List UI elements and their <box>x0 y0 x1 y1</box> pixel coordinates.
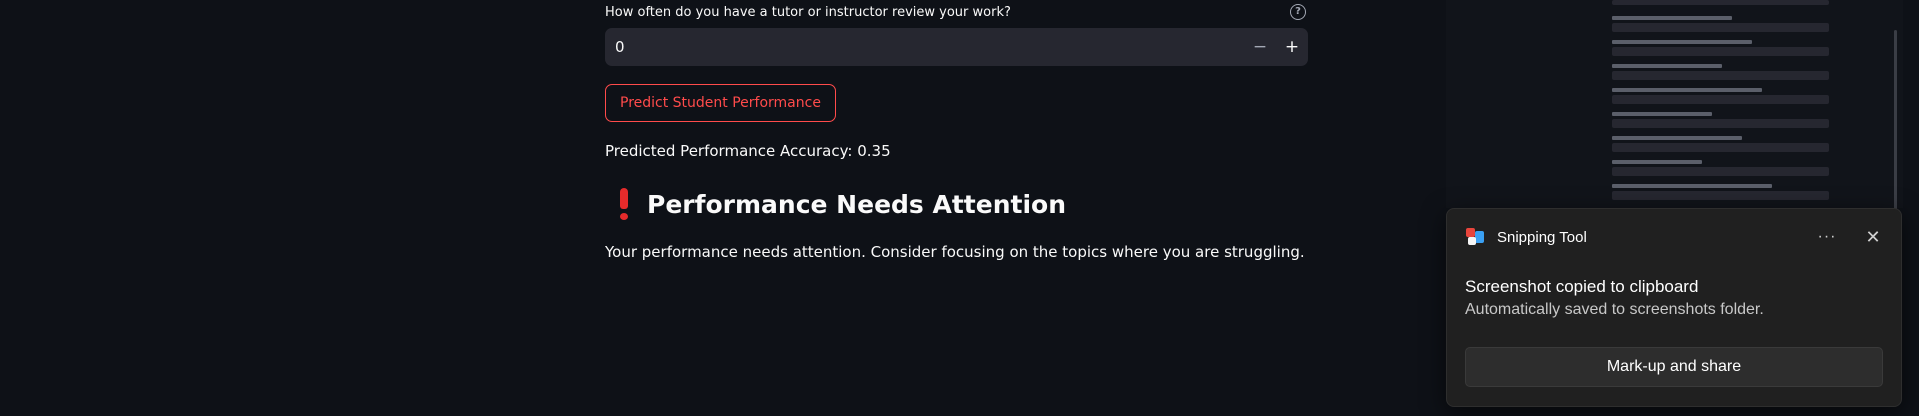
result-message: Your performance needs attention. Consid… <box>605 243 1305 261</box>
exclamation-icon <box>613 188 635 220</box>
predict-button[interactable]: Predict Student Performance <box>605 84 836 122</box>
increment-button[interactable]: + <box>1276 28 1308 66</box>
notification-app-name: Snipping Tool <box>1497 228 1587 246</box>
scrollbar[interactable] <box>1894 30 1897 210</box>
snipping-tool-notification: Snipping Tool ··· ✕ Screenshot copied to… <box>1446 208 1902 407</box>
close-icon[interactable]: ✕ <box>1863 227 1883 248</box>
more-options-icon[interactable]: ··· <box>1811 228 1843 246</box>
notification-title: Screenshot copied to clipboard <box>1465 277 1699 296</box>
result-heading-text: Performance Needs Attention <box>647 189 1066 219</box>
number-input-field[interactable] <box>605 27 1244 67</box>
result-heading: Performance Needs Attention <box>605 188 1066 220</box>
question-circle-icon[interactable]: ? <box>1290 4 1306 20</box>
markup-and-share-button[interactable]: Mark-up and share <box>1465 347 1883 387</box>
question-label: How often do you have a tutor or instruc… <box>605 4 1011 20</box>
notification-subtitle: Automatically saved to screenshots folde… <box>1465 301 1764 318</box>
tutor-review-number-input: − + <box>605 27 1308 67</box>
accuracy-text: Predicted Performance Accuracy: 0.35 <box>605 142 891 160</box>
question-label-row: How often do you have a tutor or instruc… <box>605 2 1308 22</box>
snipping-tool-icon <box>1465 227 1485 247</box>
decrement-button[interactable]: − <box>1244 28 1276 66</box>
app-window: How often do you have a tutor or instruc… <box>0 0 1919 416</box>
screenshot-thumbnail <box>1612 0 1829 208</box>
screenshot-thumbnail-panel <box>1446 0 1903 210</box>
notification-header: Snipping Tool ··· ✕ <box>1465 225 1883 249</box>
